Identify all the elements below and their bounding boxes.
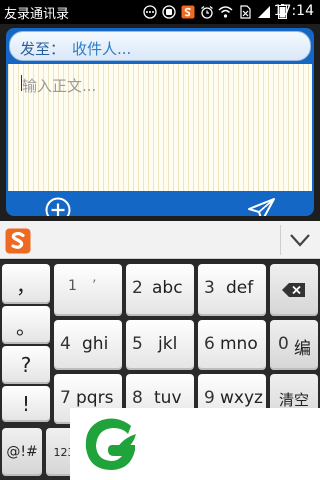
sogou-logo-icon[interactable]	[5, 228, 31, 254]
key-1[interactable]: 1 ’	[54, 264, 122, 316]
key-comma[interactable]: ，	[2, 264, 50, 304]
key-question[interactable]: ?	[2, 346, 50, 384]
backspace-key[interactable]	[270, 264, 318, 316]
key-5-jkl[interactable]: 5 jkl	[126, 320, 194, 370]
key-3-def[interactable]: 3 def	[198, 264, 266, 316]
message-body-placeholder: 输入正文...	[22, 77, 97, 95]
g-leaf-logo	[78, 412, 142, 476]
hd-call-icon	[161, 4, 176, 19]
key-period[interactable]: 。	[2, 306, 50, 344]
sms-composer: 发至： 收件人... 输入正文...	[6, 28, 314, 216]
wifi-icon	[218, 4, 233, 19]
ime-candidate-bar	[0, 221, 320, 259]
backspace-icon	[270, 264, 318, 316]
status-icons	[142, 4, 290, 19]
candidate-divider	[280, 225, 281, 255]
symbols-key[interactable]: @!#	[2, 428, 42, 476]
signal-icon	[256, 4, 271, 19]
key-exclaim[interactable]: !	[2, 386, 50, 422]
status-bar: 友录通讯录 17:14	[0, 0, 320, 24]
no-sim-icon	[237, 4, 252, 19]
key-6-mno[interactable]: 6 mno	[198, 320, 266, 370]
recipient-placeholder[interactable]: 收件人...	[72, 38, 131, 59]
sogou-ime-icon	[180, 4, 195, 19]
composer-actions	[6, 191, 314, 216]
status-app-title: 友录通讯录	[4, 7, 70, 22]
chevron-down-icon[interactable]	[286, 227, 314, 253]
key-0-edit[interactable]: 0 编	[270, 320, 318, 370]
send-icon[interactable]	[246, 196, 278, 216]
recipient-field[interactable]: 发至： 收件人...	[9, 31, 311, 61]
message-body-input[interactable]: 输入正文...	[8, 64, 312, 191]
add-circle-icon[interactable]	[44, 196, 72, 216]
alarm-icon	[199, 4, 214, 19]
logo-overlay	[70, 408, 320, 480]
key-2-abc[interactable]: 2 abc	[126, 264, 194, 316]
more-icon	[142, 4, 157, 19]
status-clock: 17:14	[273, 3, 314, 19]
recipient-label: 发至：	[20, 40, 66, 58]
key-4-ghi[interactable]: 4 ghi	[54, 320, 122, 370]
